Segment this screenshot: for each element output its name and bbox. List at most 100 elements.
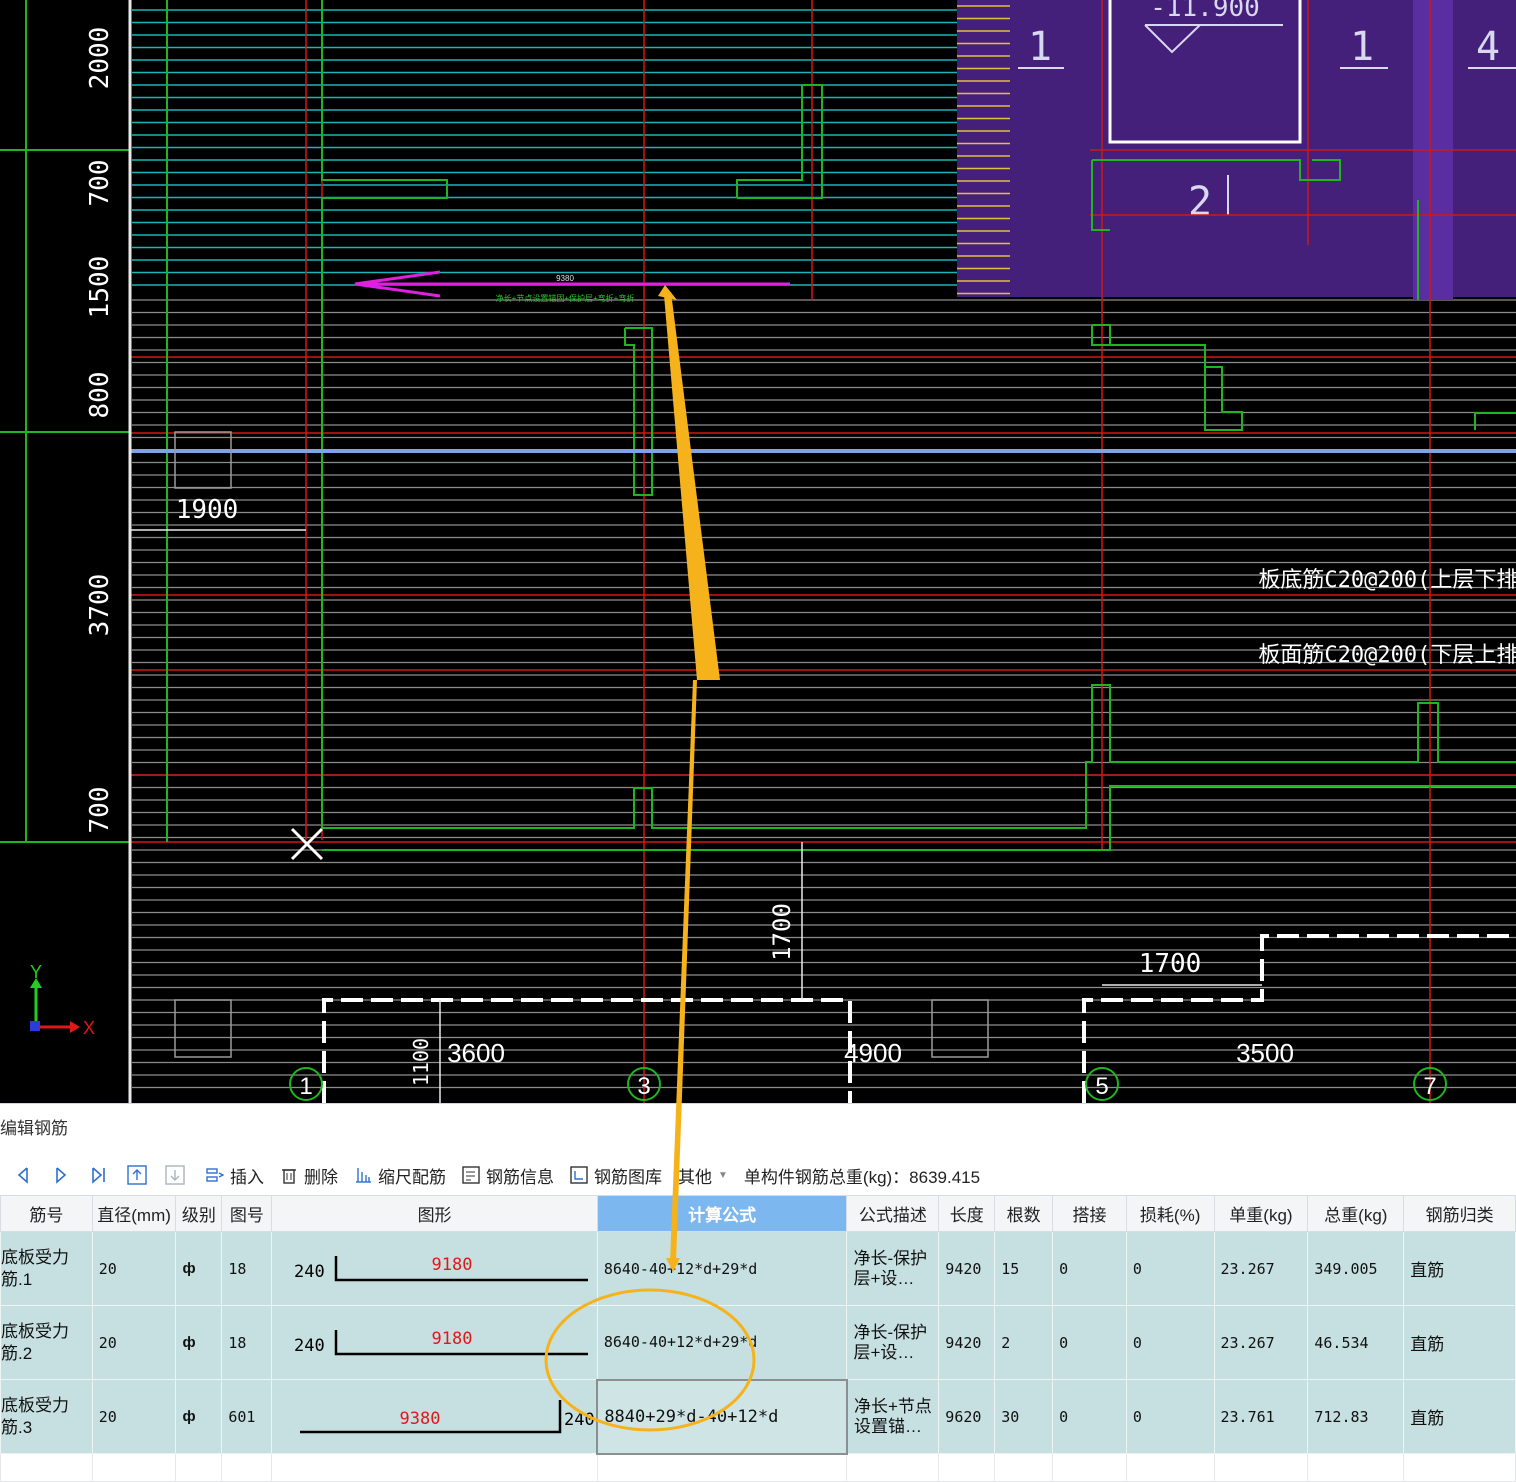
cad-drawing[interactable]: -11.900 1 1 4 2 2000 700 1500 800 3700 7… (0, 0, 1516, 1103)
dim-label: 3700 (85, 574, 115, 637)
dim-label: 800 (85, 372, 115, 419)
loss-cell[interactable]: 0 (1125, 1305, 1215, 1380)
formula-cell[interactable]: 8640-40+12*d+29*d (596, 1305, 848, 1380)
col-header[interactable]: 根数 (994, 1195, 1054, 1232)
col-header[interactable]: 图形 (271, 1195, 598, 1232)
total-weight-cell: 349.005 (1307, 1231, 1405, 1306)
rebar-note: 板面筋C20@200(下层上排) (1258, 643, 1516, 668)
bar-name-cell[interactable]: 底板受力筋.2 (0, 1305, 93, 1380)
bar-name-cell[interactable]: 底板受力筋.3 (0, 1379, 93, 1454)
insert-icon (206, 1166, 224, 1184)
figure-no-cell[interactable]: 601 (221, 1379, 273, 1454)
table-row[interactable]: 底板受力筋.2 20 ф 18 240 9180 8640-40+12*d+29… (0, 1305, 1516, 1380)
library-icon (570, 1166, 588, 1184)
grade-cell[interactable]: ф (175, 1379, 223, 1454)
formula-desc-cell[interactable]: 净长+节点设置锚… (846, 1379, 940, 1454)
count-cell[interactable]: 30 (994, 1379, 1054, 1454)
class-cell[interactable]: 直筋 (1403, 1379, 1516, 1454)
figure-no-cell[interactable]: 18 (221, 1231, 273, 1306)
col-header[interactable]: 图号 (221, 1195, 273, 1232)
prev-icon[interactable] (8, 1161, 38, 1189)
length-cell[interactable]: 9420 (938, 1305, 996, 1380)
col-header[interactable]: 公式描述 (846, 1195, 940, 1232)
rebar-table: 筋号 直径(mm) 级别 图号 图形 计算公式 公式描述 长度 根数 搭接 损耗… (0, 1195, 1516, 1482)
total-weight-cell: 46.534 (1307, 1305, 1405, 1380)
table-row[interactable]: 底板受力筋.1 20 ф 18 240 9180 8640-40+12*d+29… (0, 1231, 1516, 1306)
column-box (174, 999, 232, 1058)
col-header[interactable]: 筋号 (0, 1195, 93, 1232)
span-label: 3500 (1236, 1038, 1294, 1068)
diameter-cell[interactable]: 20 (91, 1379, 177, 1454)
formula-desc-cell[interactable]: 净长-保护层+设… (846, 1305, 940, 1380)
loss-cell[interactable]: 0 (1125, 1231, 1215, 1306)
unit-weight-cell: 23.761 (1213, 1379, 1309, 1454)
count-cell[interactable]: 15 (994, 1231, 1054, 1306)
span-label: 3600 (447, 1038, 505, 1068)
class-cell[interactable]: 直筋 (1403, 1305, 1516, 1380)
last-icon[interactable] (84, 1161, 114, 1189)
length-cell[interactable]: 9620 (938, 1379, 996, 1454)
ucs-axis-icon: Y X (30, 962, 95, 1038)
shape-cell[interactable]: 240 9180 (271, 1231, 598, 1306)
class-cell[interactable]: 直筋 (1403, 1231, 1516, 1306)
lap-cell[interactable]: 0 (1052, 1231, 1127, 1306)
shape-cell[interactable]: 240 9380 (271, 1379, 598, 1454)
rebar-shape: 240 9180 (294, 1255, 589, 1282)
col-header[interactable]: 损耗(%) (1125, 1195, 1215, 1232)
svg-text:240: 240 (294, 1336, 325, 1356)
edit-rebar-panel: 编辑钢筋 插入 删除 缩尺配筋 钢筋信息 钢筋图库 其他 ▼ 单构件钢筋总重(kg… (0, 1103, 1516, 1482)
diameter-cell[interactable]: 20 (91, 1231, 177, 1306)
total-weight-cell: 712.83 (1307, 1379, 1405, 1454)
rebar-library-button[interactable]: 钢筋图库 (570, 1163, 662, 1188)
rebar-formula-label: 净长+节点设置锚固+保护层+弯折+弯折 (496, 293, 635, 303)
loss-cell[interactable]: 0 (1125, 1379, 1215, 1454)
length-cell[interactable]: 9420 (938, 1231, 996, 1306)
col-header[interactable]: 钢筋归类 (1403, 1195, 1516, 1232)
col-header-formula[interactable]: 计算公式 (596, 1195, 848, 1232)
table-row-empty[interactable] (0, 1453, 1516, 1482)
formula-cell-editing[interactable]: 8840+29*d-40+12*d (596, 1378, 848, 1455)
lap-cell[interactable]: 0 (1052, 1379, 1127, 1454)
scale-rebar-button[interactable]: 缩尺配筋 (354, 1163, 446, 1188)
formula-cell[interactable]: 8640-40+12*d+29*d (596, 1231, 848, 1306)
svg-text:240: 240 (294, 1262, 325, 1282)
delete-button[interactable]: 删除 (280, 1163, 338, 1188)
span-label: 4900 (844, 1038, 902, 1068)
rebar-length-label: 9380 (556, 274, 574, 283)
axis-bubble: 5 (1085, 1067, 1119, 1101)
grade-cell[interactable]: ф (175, 1231, 223, 1306)
col-header[interactable]: 长度 (938, 1195, 996, 1232)
cad-canvas[interactable]: -11.900 1 1 4 2 2000 700 1500 800 3700 7… (0, 0, 1516, 1103)
col-header[interactable]: 总重(kg) (1307, 1195, 1405, 1232)
rebar-shape: 240 9380 (300, 1400, 595, 1434)
figure-no-cell[interactable]: 18 (221, 1305, 273, 1380)
other-dropdown[interactable]: 其他 ▼ (678, 1163, 728, 1188)
col-header[interactable]: 级别 (175, 1195, 223, 1232)
unit-weight-cell: 23.267 (1213, 1231, 1309, 1306)
diameter-cell[interactable]: 20 (91, 1305, 177, 1380)
rebar-shape: 240 9180 (294, 1329, 589, 1356)
svg-text:1: 1 (299, 1073, 312, 1100)
dim-label: 1900 (176, 495, 239, 525)
bar-name-cell[interactable]: 底板受力筋.1 (0, 1231, 93, 1306)
table-row-selected[interactable]: 底板受力筋.3 20 ф 601 240 9380 8840+29*d-40+1… (0, 1378, 1516, 1455)
lap-cell[interactable]: 0 (1052, 1305, 1127, 1380)
grade-cell[interactable]: ф (175, 1305, 223, 1380)
formula-desc-cell[interactable]: 净长-保护层+设… (846, 1231, 940, 1306)
rebar-info-button[interactable]: 钢筋信息 (462, 1163, 554, 1188)
col-header[interactable]: 搭接 (1052, 1195, 1127, 1232)
insert-button[interactable]: 插入 (206, 1163, 264, 1188)
col-header[interactable]: 单重(kg) (1213, 1195, 1309, 1232)
count-cell[interactable]: 2 (994, 1305, 1054, 1380)
col-header[interactable]: 直径(mm) (91, 1195, 177, 1232)
rebar-note: 板底筋C20@200(上层下排) (1258, 568, 1516, 593)
move-up-icon[interactable] (122, 1161, 152, 1189)
axis-bubble: 3 (627, 1067, 661, 1101)
svg-text:Y: Y (30, 962, 42, 982)
info-list-icon (462, 1166, 480, 1184)
shape-cell[interactable]: 240 9180 (271, 1305, 598, 1380)
svg-text:7: 7 (1423, 1073, 1436, 1100)
move-down-icon[interactable] (160, 1161, 190, 1189)
next-icon[interactable] (46, 1161, 76, 1189)
dim-label: 2000 (85, 27, 115, 90)
